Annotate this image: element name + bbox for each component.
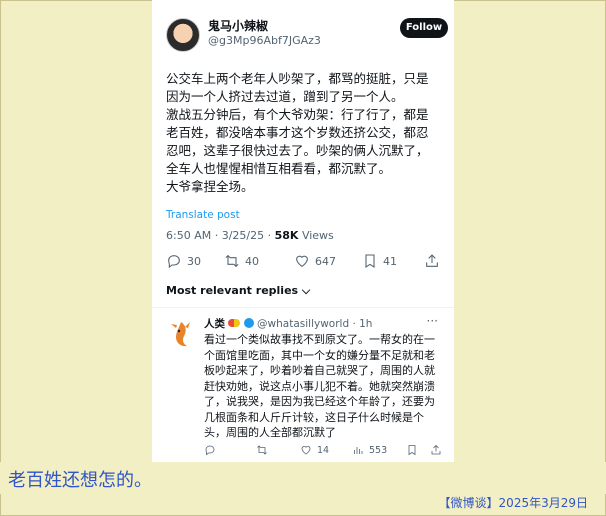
reply-views-count: 553	[369, 444, 388, 456]
reply-line: 个面馆里吃面，其中一个女的嫌分量不足就和老	[204, 348, 435, 362]
footer-source: 【微博谈】2025年3月29日	[438, 496, 588, 510]
reply-line: 几根面条和人斤斤计较，这日子什么时候是个	[204, 410, 424, 424]
reply-share-button[interactable]	[430, 444, 442, 456]
like-button[interactable]: 647	[294, 253, 336, 269]
reply-line: 赶快劝她，说这点小事儿犯不着。她就突然崩溃	[204, 379, 435, 393]
reply-icon	[168, 255, 180, 269]
tweet-line: 因为一个人挤过去过道，蹭到了另一个人。	[166, 89, 404, 104]
reply-like-count: 14	[317, 444, 330, 456]
bookmark-button[interactable]: 41	[362, 253, 397, 269]
reply-views-button[interactable]: 553	[352, 444, 387, 456]
tweet-card: 鬼马小辣椒 @g3Mp96Abf7JGAz3 Follow 公交车上两个老年人吵…	[152, 0, 454, 462]
tweet-line: 忍吧，这辈子很快过去了。吵架的俩人沉默了，	[166, 143, 429, 158]
bookmark-icon	[365, 254, 375, 268]
reply-text: 看过一个类似故事找不到原文了。一帮女的在一 个面馆里吃面，其中一个女的嫌分量不足…	[204, 332, 436, 441]
tweet-text: 公交车上两个老年人吵架了，都骂的挺脏，只是 因为一个人挤过去过道，蹭到了另一个人…	[166, 70, 446, 196]
reply-bookmark-button[interactable]	[406, 444, 418, 456]
more-options-icon[interactable]: ···	[427, 314, 438, 328]
like-count: 647	[315, 254, 336, 268]
reply-line: 看过一个类似故事找不到原文了。一帮女的在一	[204, 333, 435, 346]
emoji-icon	[228, 319, 241, 327]
bookmark-count: 41	[383, 254, 397, 268]
translate-link[interactable]: Translate post	[166, 209, 240, 221]
views-label: Views	[298, 229, 334, 242]
repost-icon	[257, 445, 267, 455]
views-icon	[354, 447, 363, 454]
bookmark-icon	[408, 445, 416, 456]
repost-button[interactable]: 40	[224, 253, 259, 269]
repost-icon	[225, 254, 239, 268]
reply-count: 30	[187, 254, 201, 268]
share-button[interactable]	[424, 253, 440, 269]
author-name[interactable]: 鬼马小辣椒	[208, 17, 268, 34]
heart-icon	[296, 255, 308, 267]
heart-icon	[301, 446, 311, 455]
tweet-line: 激战五分钟后，有个大爷劝架：行了行了，都是	[166, 107, 429, 122]
views-count: 58K	[274, 229, 299, 242]
author-avatar[interactable]	[166, 18, 200, 52]
reply-line: 头，周围的人全部都沉默了	[204, 426, 336, 439]
reply-like-button[interactable]: 14	[300, 444, 329, 456]
tweet-actions: 30 40 647 41	[166, 253, 446, 271]
reply-button[interactable]: 30	[166, 253, 201, 269]
reply-line: 了，说我哭，是因为我已经这个年龄了，还要为	[204, 395, 435, 408]
tweet-line: 老百姓，都没啥本事才这个岁数还挤公交，都忍	[166, 125, 429, 140]
reply-author-handle[interactable]: @whatasillyworld · 1h	[257, 318, 372, 330]
reply-avatar[interactable]	[168, 318, 194, 350]
reply-icon	[205, 445, 215, 456]
share-icon	[431, 444, 441, 455]
most-relevant-replies-toggle[interactable]: Most relevant replies ⌵	[166, 284, 310, 298]
caption-bar: 老百姓还想怎的。	[0, 462, 606, 494]
tweet-line: 大爷拿捏全场。	[166, 179, 254, 194]
verified-badge-icon	[243, 318, 254, 328]
follow-button[interactable]: Follow	[400, 18, 448, 38]
tweet-time[interactable]: 6:50 AM · 3/25/25 ·	[166, 229, 275, 242]
caption-text: 老百姓还想怎的。	[8, 470, 152, 491]
tweet-line: 公交车上两个老年人吵架了，都骂的挺脏，只是	[166, 71, 429, 86]
divider	[152, 307, 454, 308]
share-icon	[426, 254, 438, 267]
tweet-meta: 6:50 AM · 3/25/25 · 58K Views	[166, 229, 334, 242]
repost-count: 40	[245, 254, 259, 268]
reply-reply-button[interactable]	[204, 444, 216, 456]
tweet-line: 全车人也惺惺相惜互相看看，都沉默了。	[166, 161, 392, 176]
tweet-header: 鬼马小辣椒 @g3Mp96Abf7JGAz3 Follow	[166, 14, 448, 54]
reply-line: 板吵起来了，吵着吵着自己就哭了，周围的人就	[204, 364, 435, 377]
author-handle[interactable]: @g3Mp96Abf7JGAz3	[208, 34, 321, 47]
reply-repost-button[interactable]	[256, 444, 268, 456]
reply-actions: 14 553	[204, 444, 444, 458]
reply-header: 人类 @whatasillyworld · 1h ···	[204, 314, 446, 331]
reply-author-name[interactable]: 人类	[204, 318, 225, 330]
